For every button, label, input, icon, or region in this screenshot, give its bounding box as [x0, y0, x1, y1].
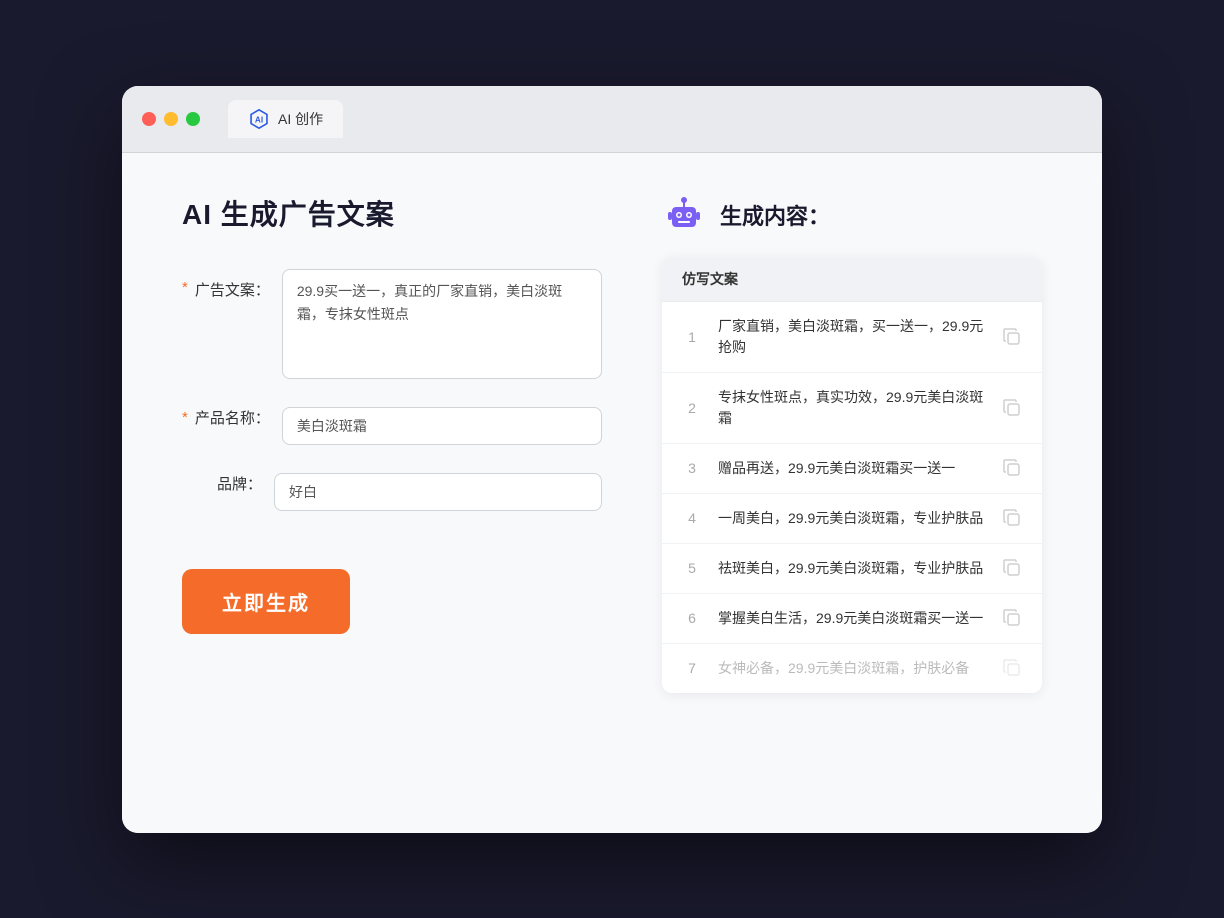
row-number: 5: [682, 560, 702, 576]
result-title: 生成内容：: [720, 199, 830, 231]
form-group-brand: 品牌：: [182, 473, 602, 511]
row-number: 6: [682, 610, 702, 626]
form-group-ad-copy: * 广告文案： 29.9买一送一，真正的厂家直销，美白淡斑霜，专抹女性斑点: [182, 269, 602, 379]
result-header: 生成内容：: [662, 193, 1042, 237]
table-row: 5 祛斑美白，29.9元美白淡斑霜，专业护肤品: [662, 544, 1042, 594]
table-row: 4 一周美白，29.9元美白淡斑霜，专业护肤品: [662, 494, 1042, 544]
form-group-product-name: * 产品名称：: [182, 407, 602, 445]
row-text: 一周美白，29.9元美白淡斑霜，专业护肤品: [718, 508, 986, 529]
table-row: 2 专抹女性斑点，真实功效，29.9元美白淡斑霜: [662, 373, 1042, 444]
copy-icon[interactable]: [1002, 458, 1022, 478]
row-number: 7: [682, 660, 702, 676]
row-text: 掌握美白生活，29.9元美白淡斑霜买一送一: [718, 608, 986, 629]
table-row: 6 掌握美白生活，29.9元美白淡斑霜买一送一: [662, 594, 1042, 644]
row-text: 专抹女性斑点，真实功效，29.9元美白淡斑霜: [718, 387, 986, 429]
right-panel: 生成内容： 仿写文案 1 厂家直销，美白淡斑霜，买一送一，29.9元抢购 2 专…: [662, 193, 1042, 793]
table-header: 仿写文案: [662, 257, 1042, 302]
copy-icon[interactable]: [1002, 398, 1022, 418]
row-text: 厂家直销，美白淡斑霜，买一送一，29.9元抢购: [718, 316, 986, 358]
main-content: AI 生成广告文案 * 广告文案： 29.9买一送一，真正的厂家直销，美白淡斑霜…: [122, 153, 1102, 833]
copy-icon[interactable]: [1002, 558, 1022, 578]
product-name-input[interactable]: [282, 407, 602, 445]
generate-button[interactable]: 立即生成: [182, 569, 350, 634]
ai-tab[interactable]: AI AI 创作: [228, 100, 343, 138]
ad-copy-input[interactable]: 29.9买一送一，真正的厂家直销，美白淡斑霜，专抹女性斑点: [282, 269, 602, 379]
table-row: 7 女神必备，29.9元美白淡斑霜，护肤必备: [662, 644, 1042, 693]
table-row: 3 赠品再送，29.9元美白淡斑霜买一送一: [662, 444, 1042, 494]
page-title: AI 生成广告文案: [182, 193, 602, 233]
copy-icon[interactable]: [1002, 608, 1022, 628]
copy-icon[interactable]: [1002, 508, 1022, 528]
robot-icon: [662, 193, 706, 237]
row-number: 4: [682, 510, 702, 526]
brand-input[interactable]: [274, 473, 602, 511]
row-text: 女神必备，29.9元美白淡斑霜，护肤必备: [718, 658, 986, 679]
close-button[interactable]: [142, 112, 156, 126]
label-brand: 品牌：: [182, 473, 262, 494]
label-ad-copy: 广告文案：: [190, 279, 270, 300]
tab-bar: AI AI 创作: [228, 100, 343, 138]
row-text: 祛斑美白，29.9元美白淡斑霜，专业护肤品: [718, 558, 986, 579]
row-number: 2: [682, 400, 702, 416]
minimize-button[interactable]: [164, 112, 178, 126]
ai-icon: AI: [248, 108, 270, 130]
copy-icon[interactable]: [1002, 658, 1022, 678]
maximize-button[interactable]: [186, 112, 200, 126]
row-text: 赠品再送，29.9元美白淡斑霜买一送一: [718, 458, 986, 479]
svg-text:AI: AI: [255, 115, 263, 124]
row-number: 3: [682, 460, 702, 476]
required-star-1: *: [182, 279, 188, 296]
result-table: 仿写文案 1 厂家直销，美白淡斑霜，买一送一，29.9元抢购 2 专抹女性斑点，…: [662, 257, 1042, 693]
titlebar: AI AI 创作: [122, 86, 1102, 153]
tab-label: AI 创作: [278, 109, 323, 129]
copy-icon[interactable]: [1002, 327, 1022, 347]
required-star-2: *: [182, 409, 188, 426]
label-product-name: 产品名称：: [190, 407, 270, 428]
traffic-lights: [142, 112, 200, 126]
table-row: 1 厂家直销，美白淡斑霜，买一送一，29.9元抢购: [662, 302, 1042, 373]
left-panel: AI 生成广告文案 * 广告文案： 29.9买一送一，真正的厂家直销，美白淡斑霜…: [182, 193, 602, 793]
row-number: 1: [682, 329, 702, 345]
browser-window: AI AI 创作 AI 生成广告文案 * 广告文案： 29.9买一送一，真正的厂…: [122, 86, 1102, 833]
